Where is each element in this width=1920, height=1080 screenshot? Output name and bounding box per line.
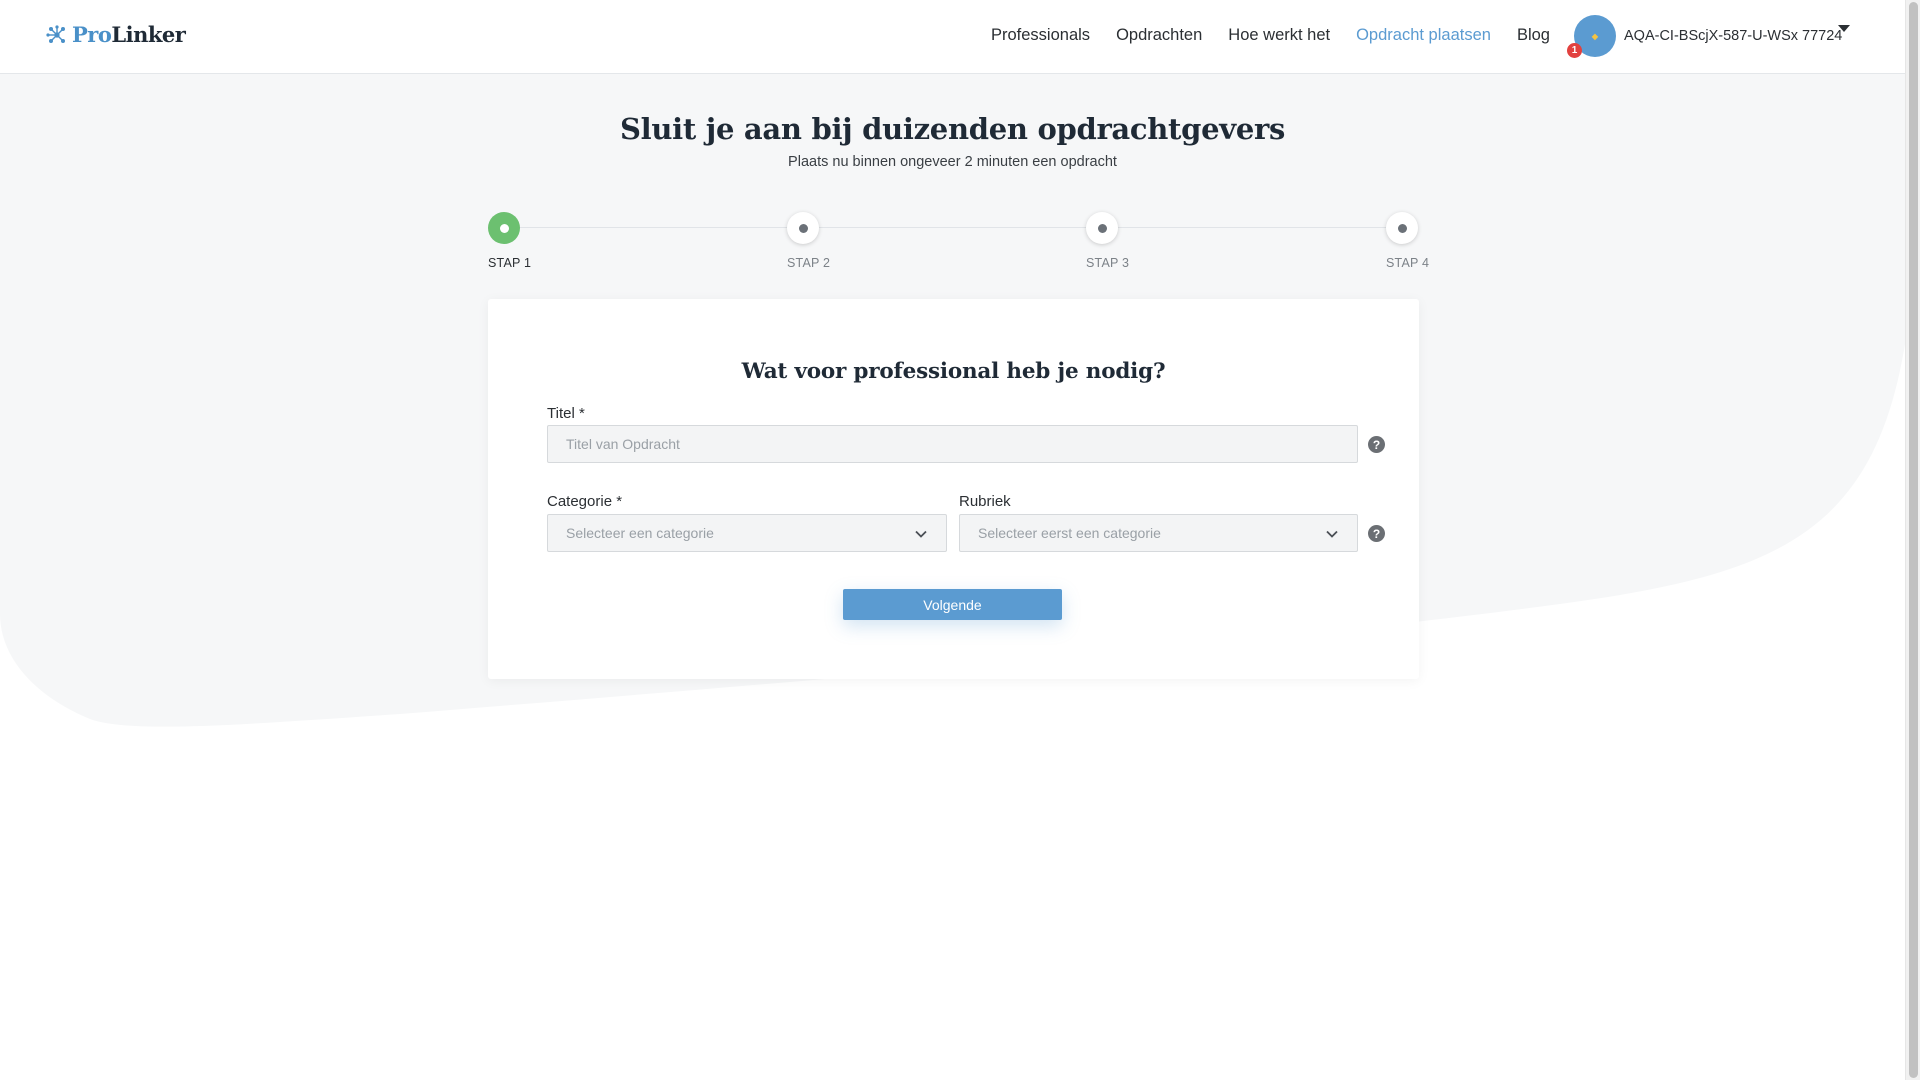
page-subtitle: Plaats nu binnen ongeveer 2 minuten een … xyxy=(788,154,1117,170)
rubriek-label: Rubriek xyxy=(959,493,1011,510)
step-2-indicator xyxy=(787,212,819,244)
step-1: STAP 1 xyxy=(488,212,548,270)
caret-down-icon[interactable] xyxy=(1838,25,1850,32)
step-2: STAP 2 xyxy=(787,212,847,270)
step-1-indicator xyxy=(488,212,520,244)
step-1-label: STAP 1 xyxy=(488,256,532,270)
step-4-indicator xyxy=(1386,212,1418,244)
categorie-select-value: Selecteer een categorie xyxy=(566,525,714,541)
user-menu[interactable]: ◆ 1 AQA-CI-BScjX-587-U-WSx 77724 xyxy=(1567,15,1850,58)
scrollbar[interactable] xyxy=(1905,0,1920,1080)
chevron-down-icon xyxy=(1326,530,1338,538)
scrollbar-thumb[interactable] xyxy=(1909,2,1918,1078)
avatar[interactable]: ◆ 1 xyxy=(1567,15,1616,58)
rubriek-select[interactable]: Selecteer eerst een categorie xyxy=(959,514,1358,552)
user-name: AQA-CI-BScjX-587-U-WSx 77724 xyxy=(1624,28,1843,44)
nav-opdrachten[interactable]: Opdrachten xyxy=(1116,26,1202,45)
next-button[interactable]: Volgende xyxy=(843,589,1062,620)
rubriek-select-value: Selecteer eerst een categorie xyxy=(978,525,1161,541)
step-4-label: STAP 4 xyxy=(1386,256,1430,270)
top-navbar: ProLinker Professionals Opdrachten Hoe w… xyxy=(0,0,1905,74)
notification-badge: 1 xyxy=(1567,43,1582,58)
step-3-indicator xyxy=(1086,212,1118,244)
nav-hoe-werkt-het[interactable]: Hoe werkt het xyxy=(1228,26,1330,45)
nav-professionals[interactable]: Professionals xyxy=(991,26,1090,45)
form-card: Wat voor professional heb je nodig? Tite… xyxy=(488,299,1419,679)
titel-input[interactable] xyxy=(547,425,1358,463)
titel-help-icon[interactable]: ? xyxy=(1368,436,1385,453)
main-nav: Professionals Opdrachten Hoe werkt het O… xyxy=(991,26,1550,45)
form-title: Wat voor professional heb je nodig? xyxy=(741,359,1166,384)
titel-label: Titel * xyxy=(547,405,585,422)
categorie-label: Categorie * xyxy=(547,493,623,510)
page-title: Sluit je aan bij duizenden opdrachtgever… xyxy=(620,112,1285,146)
step-2-label: STAP 2 xyxy=(787,256,831,270)
logo-text-pro: Pro xyxy=(72,22,112,47)
step-3-label: STAP 3 xyxy=(1086,256,1130,270)
logo-text-linker: Linker xyxy=(111,22,186,47)
categorie-select[interactable]: Selecteer een categorie xyxy=(547,514,947,552)
step-progress: STAP 1 STAP 2 STAP 3 STAP 4 xyxy=(488,212,1429,276)
logo-link[interactable]: ProLinker xyxy=(46,22,186,47)
nav-opdracht-plaatsen[interactable]: Opdracht plaatsen xyxy=(1356,26,1491,45)
step-4: STAP 4 xyxy=(1386,212,1446,270)
step-connector-line xyxy=(504,227,1403,228)
rubriek-help-icon[interactable]: ? xyxy=(1368,525,1385,542)
chevron-down-icon xyxy=(915,530,927,538)
network-icon xyxy=(46,24,65,43)
step-3: STAP 3 xyxy=(1086,212,1146,270)
avatar-image: ◆ xyxy=(1591,31,1599,41)
nav-blog[interactable]: Blog xyxy=(1517,26,1550,45)
